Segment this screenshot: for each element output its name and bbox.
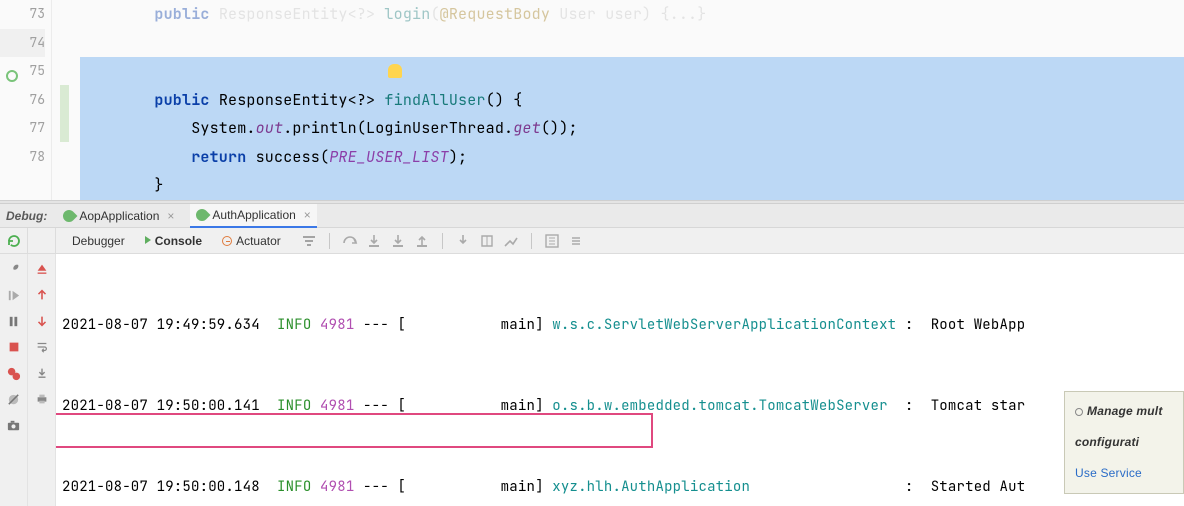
run-config-tab-aop[interactable]: AopApplication × bbox=[57, 204, 180, 228]
line-number: 73 bbox=[0, 0, 45, 29]
step-out-icon[interactable] bbox=[414, 233, 430, 249]
actuator-icon bbox=[222, 236, 232, 246]
view-breakpoints-icon[interactable] bbox=[5, 364, 23, 382]
code-line[interactable]: @GetMapping bbox=[80, 57, 1184, 86]
rerun-icon[interactable] bbox=[6, 233, 22, 249]
trace-current-icon[interactable] bbox=[503, 233, 519, 249]
separator bbox=[442, 233, 443, 249]
close-icon[interactable]: × bbox=[304, 208, 311, 222]
separator bbox=[531, 233, 532, 249]
arrow-up-icon[interactable] bbox=[33, 286, 51, 304]
tab-console[interactable]: Console bbox=[135, 228, 212, 254]
code-line[interactable]: System.out.println(LoginUserThread.get()… bbox=[80, 114, 1184, 143]
intention-bulb-icon[interactable] bbox=[388, 64, 402, 78]
code-line[interactable]: public ResponseEntity<?> findAllUser() { bbox=[80, 86, 1184, 115]
line-number: 77 bbox=[0, 114, 45, 143]
tab-actuator[interactable]: Actuator bbox=[212, 228, 291, 254]
log-line: 2021-08-07 19:49:59.634 INFO 4981 --- [ … bbox=[62, 312, 1178, 339]
console-side-toolbar bbox=[28, 254, 56, 506]
line-number: 74 bbox=[0, 29, 45, 58]
drop-frame-icon[interactable] bbox=[455, 233, 471, 249]
filter-icon[interactable] bbox=[301, 233, 317, 249]
separator bbox=[329, 233, 330, 249]
log-line: 2021-08-07 19:50:00.141 INFO 4981 --- [ … bbox=[62, 393, 1178, 420]
scroll-to-end-icon[interactable] bbox=[33, 364, 51, 382]
spring-boot-icon bbox=[194, 206, 211, 223]
console-toolbar bbox=[291, 228, 584, 253]
change-indicator-column bbox=[52, 0, 80, 200]
tip-link[interactable]: Use Service bbox=[1075, 460, 1173, 487]
camera-icon[interactable] bbox=[5, 416, 23, 434]
step-over-icon[interactable] bbox=[342, 233, 358, 249]
code-line[interactable]: return success(PRE_USER_LIST); bbox=[80, 143, 1184, 172]
print-icon[interactable] bbox=[33, 390, 51, 408]
settings-icon[interactable] bbox=[568, 233, 584, 249]
evaluate-icon[interactable] bbox=[544, 233, 560, 249]
recursive-call-icon bbox=[4, 64, 18, 78]
debug-label: Debug: bbox=[6, 209, 47, 223]
pause-icon[interactable] bbox=[5, 312, 23, 330]
tip-body: configurati bbox=[1075, 429, 1173, 456]
debug-toolwindow-header: Debug: AopApplication × AuthApplication … bbox=[0, 204, 1184, 228]
run-config-tab-auth[interactable]: AuthApplication × bbox=[190, 204, 316, 228]
line-number: 78 bbox=[0, 143, 45, 172]
tip-title: Manage mult bbox=[1087, 398, 1163, 425]
code-area[interactable]: public ResponseEntity<?> login(@RequestB… bbox=[80, 0, 1184, 200]
resume-icon[interactable] bbox=[5, 286, 23, 304]
info-icon bbox=[1075, 408, 1083, 416]
debug-toolbar-row: Debugger Console Actuator bbox=[0, 228, 1184, 254]
debug-left-toolbar bbox=[0, 254, 28, 506]
close-icon[interactable]: × bbox=[167, 209, 174, 223]
line-gutter: 73 74 75 76 77 78 bbox=[0, 0, 52, 200]
code-editor[interactable]: 73 74 75 76 77 78 public ResponseEntity<… bbox=[0, 0, 1184, 200]
arrow-down-icon[interactable] bbox=[33, 312, 51, 330]
tab-debugger[interactable]: Debugger bbox=[62, 228, 135, 254]
run-to-cursor-icon[interactable] bbox=[479, 233, 495, 249]
line-number: 75 bbox=[0, 57, 45, 86]
soft-wrap-icon[interactable] bbox=[33, 338, 51, 356]
console-output[interactable]: 2021-08-07 19:49:59.634 INFO 4981 --- [ … bbox=[56, 254, 1184, 506]
code-line[interactable] bbox=[80, 29, 1184, 58]
play-icon bbox=[145, 236, 151, 244]
up-stack-icon[interactable] bbox=[33, 260, 51, 278]
step-into-icon[interactable] bbox=[366, 233, 382, 249]
force-step-into-icon[interactable] bbox=[390, 233, 406, 249]
notification-balloon[interactable]: Manage mult configurati Use Service bbox=[1064, 391, 1184, 494]
line-number: 76 bbox=[0, 86, 45, 115]
console-area: 2021-08-07 19:49:59.634 INFO 4981 --- [ … bbox=[0, 254, 1184, 506]
console-tabs: Debugger Console Actuator bbox=[56, 228, 291, 253]
stop-icon[interactable] bbox=[5, 338, 23, 356]
log-line: 2021-08-07 19:50:00.148 INFO 4981 --- [ … bbox=[62, 474, 1178, 501]
code-line[interactable]: public ResponseEntity<?> login(@RequestB… bbox=[80, 0, 1184, 29]
spring-boot-icon bbox=[61, 207, 78, 224]
mute-breakpoints-icon[interactable] bbox=[5, 390, 23, 408]
code-line[interactable]: } bbox=[80, 171, 1184, 200]
wrench-icon[interactable] bbox=[5, 260, 23, 278]
